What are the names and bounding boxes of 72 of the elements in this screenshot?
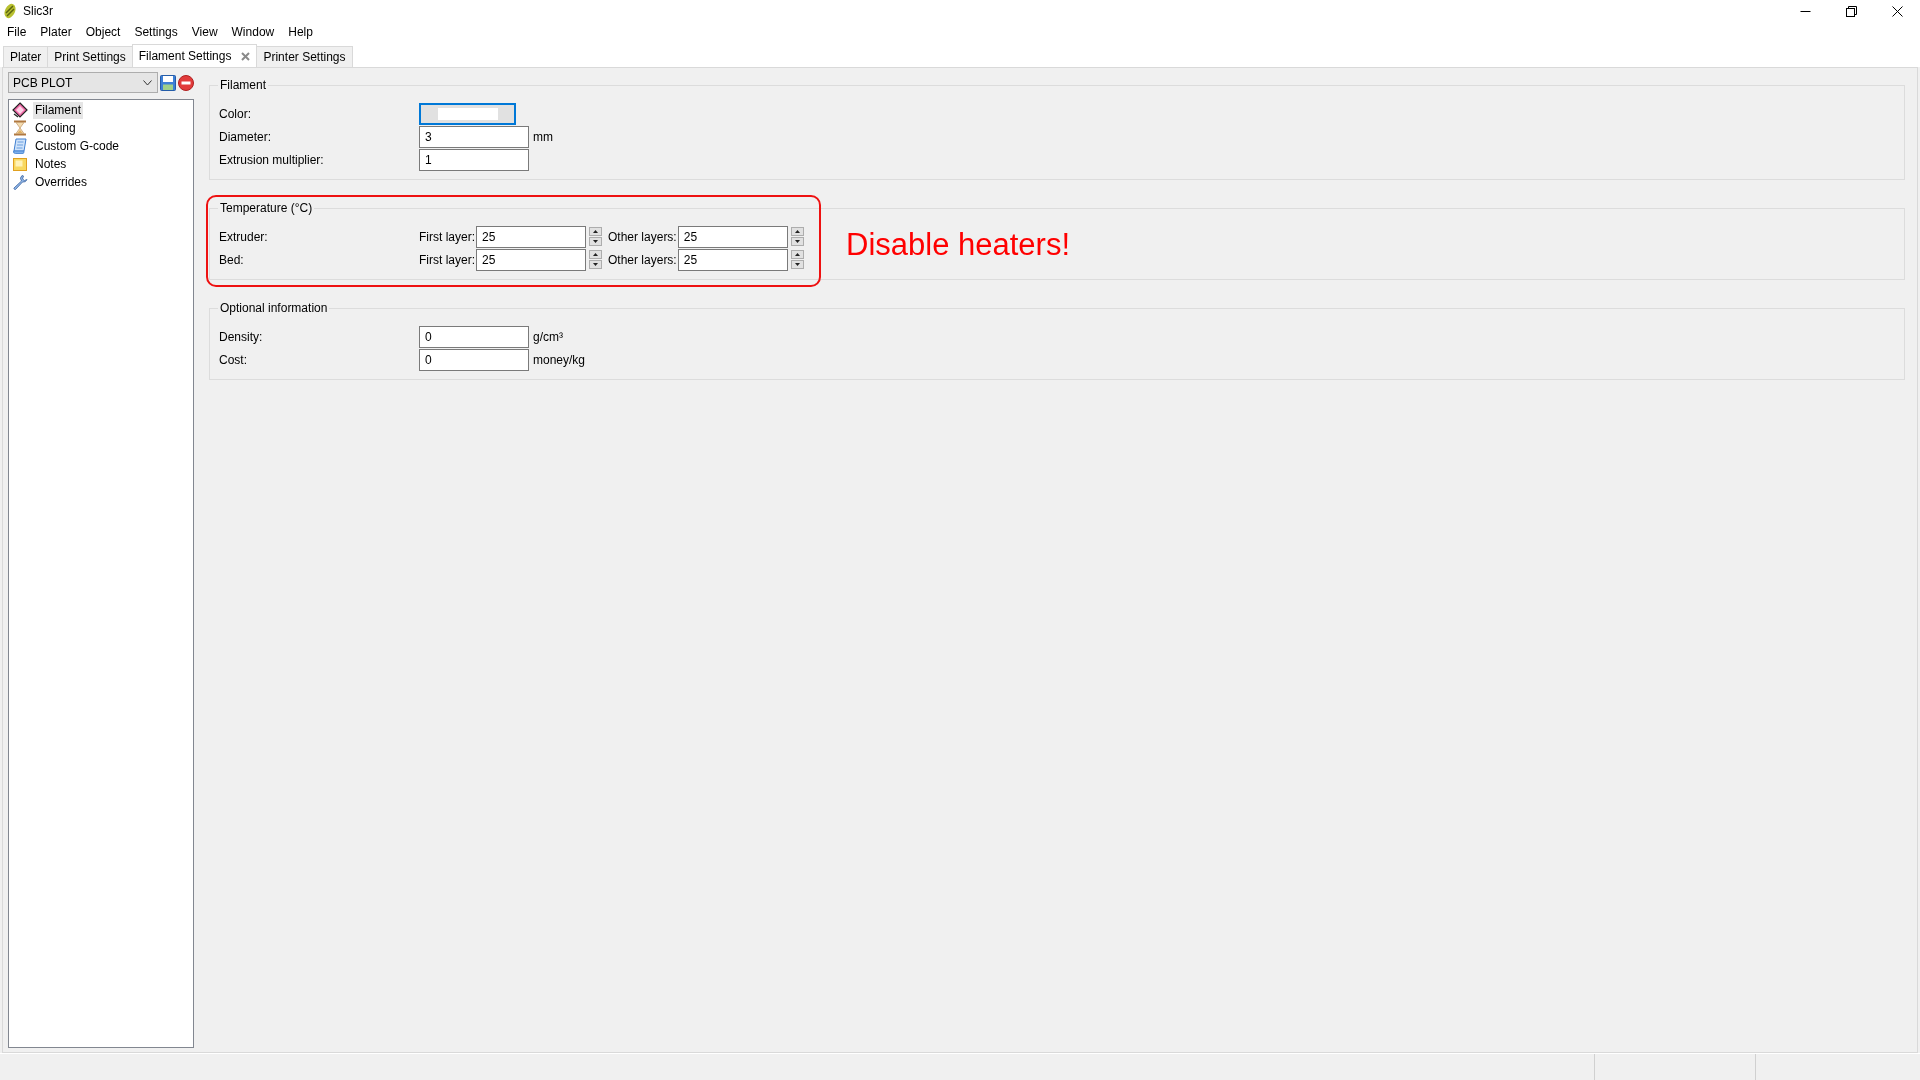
scroll-icon xyxy=(12,138,28,154)
group-title: Filament xyxy=(219,78,267,92)
unit-label: mm xyxy=(533,129,553,144)
note-icon xyxy=(12,156,28,172)
menu-item[interactable]: Window xyxy=(224,23,282,42)
menu-item[interactable]: Object xyxy=(78,23,128,42)
spin-up-button[interactable] xyxy=(790,227,804,236)
tab[interactable]: Printer Settings xyxy=(256,46,353,67)
annotation-text: Disable heaters! xyxy=(846,227,1070,263)
unit-label: money/kg xyxy=(533,352,586,367)
tree-item[interactable]: Filament xyxy=(33,101,83,119)
spin-up-button[interactable] xyxy=(589,227,602,236)
group-title: Temperature (°C) xyxy=(219,201,314,215)
spin-down-button[interactable] xyxy=(790,237,804,246)
wrench-icon xyxy=(12,174,28,190)
down-arrow-icon xyxy=(794,263,800,266)
logo-icon xyxy=(4,3,16,19)
field-label: First layer: xyxy=(419,229,475,244)
color-picker-button[interactable] xyxy=(419,102,516,125)
menu-item[interactable]: Settings xyxy=(127,23,185,42)
up-arrow-icon xyxy=(593,253,598,256)
field-label: Density: xyxy=(219,329,264,344)
up-arrow-icon xyxy=(593,230,598,233)
input-field[interactable]: 25 xyxy=(476,225,586,248)
window-title: Slic3r xyxy=(23,4,53,18)
tree-item[interactable]: Custom G-code xyxy=(33,137,122,155)
diamond-icon xyxy=(12,102,28,118)
field-label: Extruder: xyxy=(219,229,269,244)
field-label: First layer: xyxy=(419,252,475,267)
down-arrow-icon xyxy=(593,240,598,243)
tree-item[interactable]: Notes xyxy=(33,155,69,173)
up-arrow-icon xyxy=(794,230,800,233)
spin-down-button[interactable] xyxy=(589,237,602,246)
menu-item[interactable]: Help xyxy=(281,23,320,42)
input-field[interactable]: 1 xyxy=(419,148,529,171)
spin-down-button[interactable] xyxy=(589,260,602,269)
spin-down-button[interactable] xyxy=(790,260,804,269)
tree-item[interactable]: Cooling xyxy=(33,119,78,137)
input-field[interactable]: 25 xyxy=(476,248,586,271)
input-field[interactable]: 3 xyxy=(419,125,529,148)
unit-label: g/cm³ xyxy=(533,329,563,344)
menu-item[interactable]: View xyxy=(184,23,225,42)
caret-icon xyxy=(143,79,152,86)
hourglass-icon xyxy=(12,120,28,136)
tree-item[interactable]: Overrides xyxy=(33,173,89,191)
menu-item[interactable]: File xyxy=(0,23,34,42)
down-arrow-icon xyxy=(593,263,598,266)
field-label: Color: xyxy=(219,106,252,121)
input-field[interactable]: 0 xyxy=(419,325,529,348)
input-field[interactable]: 0 xyxy=(419,348,529,371)
tab[interactable]: Print Settings xyxy=(47,46,133,67)
group-title: Optional information xyxy=(219,301,329,315)
preset-dropdown[interactable]: PCB PLOT xyxy=(8,72,158,93)
delete-icon[interactable] xyxy=(178,74,194,91)
field-label: Extrusion multiplier: xyxy=(219,152,325,167)
close-icon xyxy=(1891,5,1903,17)
input-field[interactable]: 25 xyxy=(677,225,788,248)
spin-up-button[interactable] xyxy=(790,250,804,259)
spin-up-button[interactable] xyxy=(589,250,602,259)
field-label: Bed: xyxy=(219,252,245,267)
field-label: Other layers: xyxy=(608,252,677,267)
field-label: Cost: xyxy=(219,352,248,367)
save-icon[interactable] xyxy=(160,74,176,91)
up-arrow-icon xyxy=(794,253,800,256)
input-field[interactable]: 25 xyxy=(677,248,788,271)
field-label: Diameter: xyxy=(219,129,272,144)
tab[interactable]: Plater xyxy=(3,46,49,67)
down-arrow-icon xyxy=(794,240,800,243)
close-icon[interactable] xyxy=(241,51,251,61)
restore-icon xyxy=(1845,5,1857,17)
menu-item[interactable]: Plater xyxy=(33,23,79,42)
field-label: Other layers: xyxy=(608,229,677,244)
